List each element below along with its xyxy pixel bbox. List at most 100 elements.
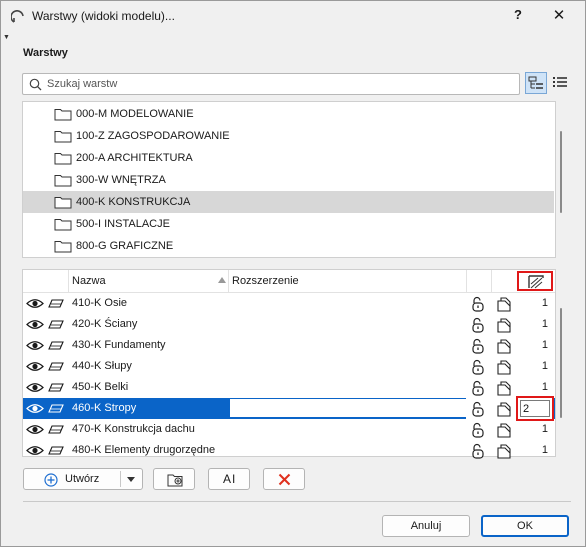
layer-table: Nazwa Rozszerzenie 410-K Osie 1 420-K Ścia… [22,269,556,459]
ok-button[interactable]: OK [481,515,569,537]
tree-view-icon [528,76,543,89]
layer-name: 480-K Elementy drugorzędne [72,444,216,456]
eye-icon[interactable] [26,424,44,435]
table-row[interactable]: 480-K Elementy drugorzędne 1 [23,440,555,461]
search-field[interactable] [22,73,520,95]
list-view-icon [553,77,567,87]
chevron-down-icon[interactable] [127,477,135,482]
eye-icon[interactable] [26,319,44,330]
folder-item[interactable]: 100-Z ZAGOSPODAROWANIE [23,125,555,147]
folder-icon [54,241,72,253]
help-button[interactable]: ? [509,7,527,27]
folder-label: 200-A ARCHITEKTURA [76,152,193,164]
pen-hatch-icon [528,275,544,289]
folder-item[interactable]: 300-W WNĘTRZA [23,169,555,191]
rename-button[interactable]: AI [208,468,250,490]
lock-icon[interactable] [470,401,486,417]
lock-icon[interactable] [470,296,486,312]
eye-icon[interactable] [26,340,44,351]
document-icon[interactable] [496,380,512,396]
table-row[interactable]: 450-K Belki 1 [23,377,555,398]
app-icon [11,10,24,23]
list-view-button[interactable] [550,72,572,94]
folder-icon [54,197,72,209]
table-row[interactable]: 440-K Słupy 1 [23,356,555,377]
column-separator [491,270,492,292]
extension-field[interactable] [230,399,466,417]
column-separator [228,270,229,292]
add-circle-icon [44,473,58,487]
pen-number[interactable]: 1 [523,297,548,309]
pen-number-input[interactable] [520,400,550,417]
layer-plane-icon[interactable] [48,404,64,413]
document-icon[interactable] [496,338,512,354]
lock-icon[interactable] [470,359,486,375]
eye-icon[interactable] [26,445,44,456]
search-input[interactable] [45,76,515,92]
folder-scrollbar[interactable] [560,131,562,213]
document-icon[interactable] [496,401,512,417]
close-button[interactable]: ✕ [549,6,569,26]
folder-item-selected[interactable]: 400-K KONSTRUKCJA [23,191,554,213]
layer-plane-icon[interactable] [48,362,64,371]
layer-plane-icon[interactable] [48,341,64,350]
delete-button[interactable] [263,468,305,490]
pen-number[interactable]: 1 [523,318,548,330]
column-header-pen[interactable] [517,271,553,291]
layer-plane-icon[interactable] [48,446,64,455]
eye-icon[interactable] [26,403,44,414]
column-header-name[interactable]: Nazwa [72,275,106,287]
collapse-toggle-icon[interactable]: ▼ [3,34,10,41]
folder-icon [54,219,72,231]
pen-number[interactable]: 1 [523,339,548,351]
eye-icon[interactable] [26,361,44,372]
document-icon[interactable] [496,443,512,459]
pen-number-field[interactable] [516,396,554,421]
folder-item[interactable]: 000-M MODELOWANIE [23,103,555,125]
table-row[interactable]: 420-K Ściany 1 [23,314,555,335]
new-folder-button[interactable] [153,468,195,490]
layer-plane-icon[interactable] [48,299,64,308]
rename-icon: AI [223,472,237,486]
layer-plane-icon[interactable] [48,383,64,392]
tree-view-button[interactable] [525,72,547,94]
layer-name: 420-K Ściany [72,318,138,330]
eye-icon[interactable] [26,382,44,393]
folder-icon [54,131,72,143]
lock-icon[interactable] [470,317,486,333]
folder-item[interactable]: 200-A ARCHITEKTURA [23,147,555,169]
lock-icon[interactable] [470,380,486,396]
layer-plane-icon[interactable] [48,425,64,434]
create-button[interactable]: Utwórz [23,468,143,490]
layer-plane-icon[interactable] [48,320,64,329]
table-row[interactable]: 410-K Osie 1 [23,293,555,314]
title-bar: Warstwy (widoki modelu)... ? ✕ [1,1,585,33]
pen-number[interactable]: 1 [523,381,548,393]
layer-name: 450-K Belki [72,381,129,393]
layer-name: 460-K Stropy [72,402,137,414]
folder-item[interactable]: 500-I INSTALACJE [23,213,555,235]
lock-icon[interactable] [470,443,486,459]
document-icon[interactable] [496,296,512,312]
lock-icon[interactable] [470,338,486,354]
table-row[interactable]: 470-K Konstrukcja dachu 1 [23,419,555,440]
folder-list: 000-M MODELOWANIE 100-Z ZAGOSPODAROWANIE… [22,101,556,258]
document-icon[interactable] [496,422,512,438]
pen-number[interactable]: 1 [523,423,548,435]
search-icon [29,78,42,91]
layer-scrollbar[interactable] [560,308,562,418]
pen-number[interactable]: 1 [523,444,548,456]
table-row-selected[interactable]: 460-K Stropy [23,396,555,421]
folder-item[interactable]: 800-G GRAFICZNE [23,235,555,257]
cancel-button[interactable]: Anuluj [382,515,470,537]
document-icon[interactable] [496,317,512,333]
lock-icon[interactable] [470,422,486,438]
document-icon[interactable] [496,359,512,375]
table-row[interactable]: 430-K Fundamenty 1 [23,335,555,356]
dialog-title: Warstwy (widoki modelu)... [32,9,175,23]
layers-dialog: Warstwy (widoki modelu)... ? ✕ ▼ Warstwy [0,0,586,547]
pen-number[interactable]: 1 [523,360,548,372]
column-header-extension[interactable]: Rozszerzenie [232,275,299,287]
eye-icon[interactable] [26,298,44,309]
folder-label: 300-W WNĘTRZA [76,174,166,186]
